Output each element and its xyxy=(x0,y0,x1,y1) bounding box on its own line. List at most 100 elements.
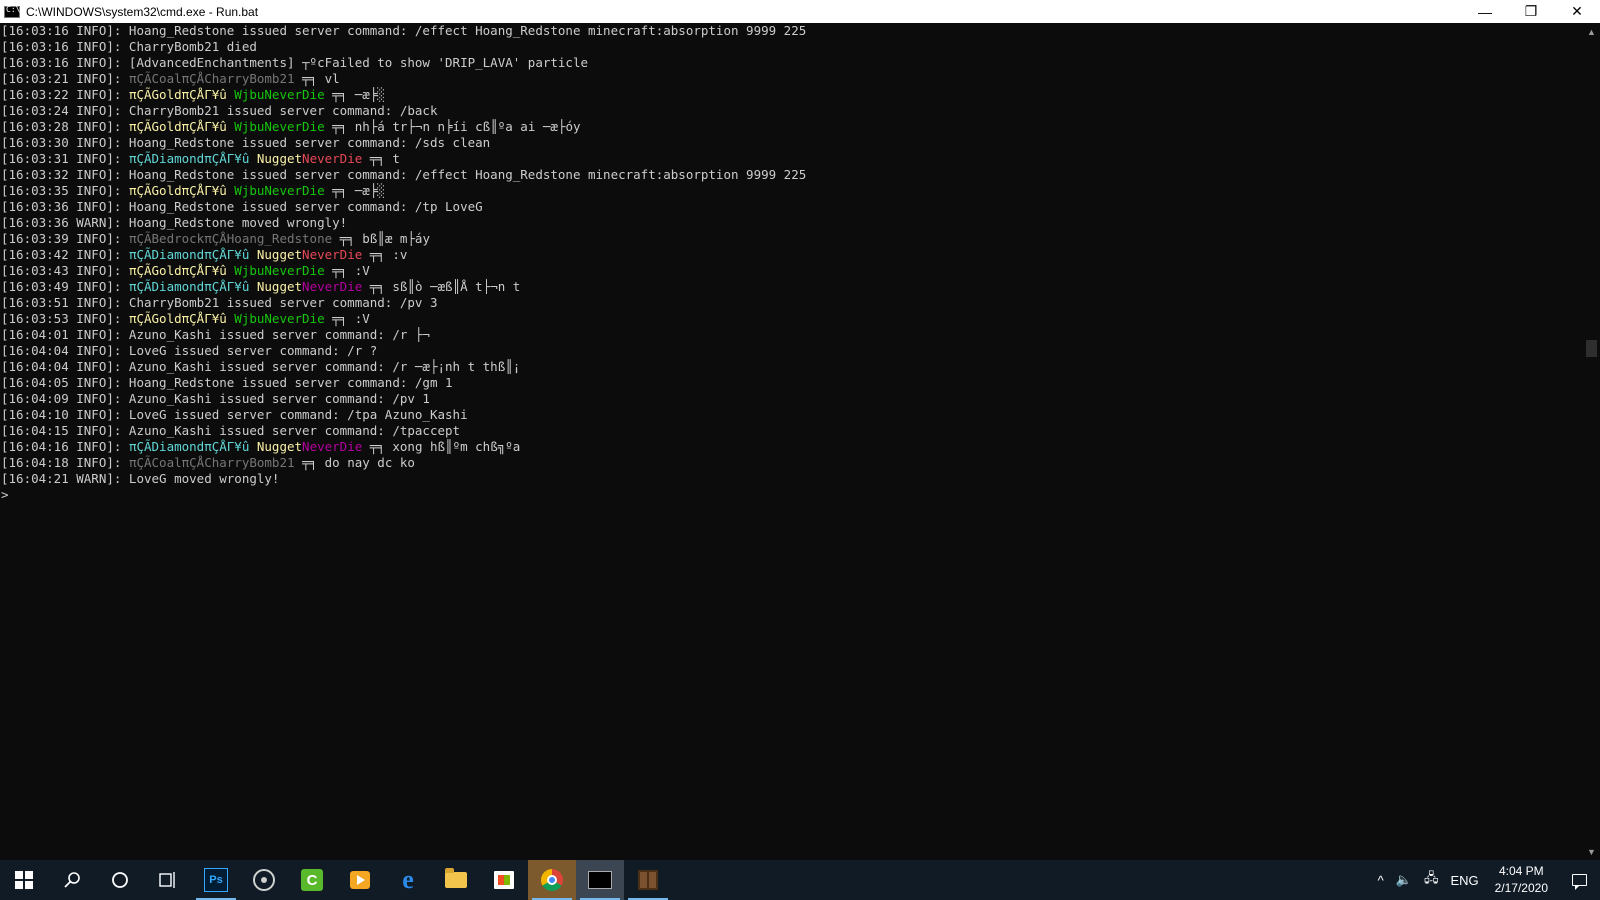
start-button[interactable] xyxy=(0,860,48,900)
file-explorer-button[interactable] xyxy=(432,860,480,900)
scroll-up-arrow-icon[interactable]: ▲ xyxy=(1583,23,1600,40)
language-indicator[interactable]: ENG xyxy=(1444,860,1484,900)
console-text-segment: NeverDie xyxy=(302,439,363,454)
console-text-segment: πÇÃGoldπÇÅΓ¥û xyxy=(128,263,227,278)
console-text-segment: Nugget xyxy=(249,151,303,166)
console-line: [16:03:16 INFO]: [AdvancedEnchantments] … xyxy=(1,55,1583,71)
obs-button[interactable] xyxy=(240,860,288,900)
console-line: [16:04:04 INFO]: Azuno_Kashi issued serv… xyxy=(1,359,1583,375)
console-line: [16:03:49 INFO]: πÇÃDiamondπÇÅΓ¥û Nugget… xyxy=(1,279,1583,295)
console-text-segment: [16:03:36 WARN]: Hoang_Redstone moved wr… xyxy=(1,215,348,230)
cmd-button[interactable] xyxy=(576,860,624,900)
console-line: [16:03:30 INFO]: Hoang_Redstone issued s… xyxy=(1,135,1583,151)
console-text-segment: NeverDie xyxy=(302,279,363,294)
title-bar[interactable]: C:\WINDOWS\system32\cmd.exe - Run.bat — … xyxy=(0,0,1600,23)
console-text-segment: WjbuNeverDie xyxy=(226,263,325,278)
clock[interactable]: 4:04 PM 2/17/2020 xyxy=(1485,863,1558,897)
console-text-segment: πÇÃCoalπÇÅCharryBomb21 xyxy=(128,455,295,470)
console-line: [16:04:10 INFO]: LoveG issued server com… xyxy=(1,407,1583,423)
console-line: [16:04:09 INFO]: Azuno_Kashi issued serv… xyxy=(1,391,1583,407)
console-text-segment: [16:04:16 INFO]: xyxy=(1,439,129,454)
edge-button[interactable]: e xyxy=(384,860,432,900)
scroll-thumb[interactable] xyxy=(1586,340,1597,357)
console-text-segment: WjbuNeverDie xyxy=(226,311,325,326)
console-text-segment: ╤╕ vl xyxy=(294,71,340,86)
console-line: [16:03:43 INFO]: πÇÃGoldπÇÅΓ¥û WjbuNever… xyxy=(1,263,1583,279)
console-line: [16:04:04 INFO]: LoveG issued server com… xyxy=(1,343,1583,359)
photoshop-icon: Ps xyxy=(204,868,228,892)
volume-icon[interactable]: 🔈 xyxy=(1390,860,1418,900)
console-text-segment: WjbuNeverDie xyxy=(226,87,325,102)
task-view-button[interactable] xyxy=(144,860,192,900)
cortana-button[interactable] xyxy=(96,860,144,900)
search-button[interactable] xyxy=(48,860,96,900)
console-text-segment: Nugget xyxy=(249,247,303,262)
console-text-segment: WjbuNeverDie xyxy=(226,119,325,134)
clock-time: 4:04 PM xyxy=(1498,864,1544,878)
window-title: C:\WINDOWS\system32\cmd.exe - Run.bat xyxy=(26,4,259,19)
network-icon[interactable]: 🖧 xyxy=(1418,860,1445,900)
console-line: [16:04:01 INFO]: Azuno_Kashi issued serv… xyxy=(1,327,1583,343)
store-button[interactable] xyxy=(480,860,528,900)
console-line: [16:03:21 INFO]: πÇÃCoalπÇÅCharryBomb21 … xyxy=(1,71,1583,87)
console-text-segment: Nugget xyxy=(249,439,303,454)
console-line: > xyxy=(1,487,1583,503)
camtasia-button[interactable]: C xyxy=(288,860,336,900)
console-text-segment: [16:04:04 INFO]: Azuno_Kashi issued serv… xyxy=(1,359,521,374)
system-tray: ^ 🔈 🖧 ENG 4:04 PM 2/17/2020 xyxy=(1372,860,1600,900)
console-line: [16:03:28 INFO]: πÇÃGoldπÇÅΓ¥û WjbuNever… xyxy=(1,119,1583,135)
camtasia-icon: C xyxy=(301,869,323,891)
photoshop-button[interactable]: Ps xyxy=(192,860,240,900)
console-text-segment: ╤╕ :V xyxy=(324,263,370,278)
console-text-segment: ╤╕ sß║ò ─æß║Å t├¬n t xyxy=(362,279,521,294)
chrome-button[interactable] xyxy=(528,860,576,900)
console-text-segment: [16:04:05 INFO]: Hoang_Redstone issued s… xyxy=(1,375,453,390)
console-text-segment: > xyxy=(1,487,9,502)
console-line: [16:03:35 INFO]: πÇÃGoldπÇÅΓ¥û WjbuNever… xyxy=(1,183,1583,199)
console-text-segment: ╤╕ do nay dc ko xyxy=(294,455,415,470)
console-text-segment: [16:03:32 INFO]: Hoang_Redstone issued s… xyxy=(1,167,807,182)
console-text-segment: [16:04:18 INFO]: xyxy=(1,455,129,470)
console-text-segment: [16:04:01 INFO]: Azuno_Kashi issued serv… xyxy=(1,327,430,342)
console-text-segment: ╤╕ bß║æ m├áy xyxy=(332,231,430,246)
console-text-segment: ╤╕ ─æ╞░ xyxy=(324,87,385,102)
show-hidden-icons-chevron-icon[interactable]: ^ xyxy=(1372,860,1390,900)
console-text-segment: [16:04:10 INFO]: LoveG issued server com… xyxy=(1,407,468,422)
restore-button[interactable]: ❐ xyxy=(1508,0,1554,23)
console-text-segment: [16:04:04 INFO]: LoveG issued server com… xyxy=(1,343,378,358)
minecraft-icon xyxy=(638,870,658,890)
video-button[interactable] xyxy=(336,860,384,900)
chrome-icon xyxy=(541,869,563,891)
clock-date: 2/17/2020 xyxy=(1494,881,1548,895)
store-icon xyxy=(494,871,514,889)
minimize-button[interactable]: — xyxy=(1462,0,1508,23)
console-text-segment: πÇÃDiamondπÇÅΓ¥û xyxy=(128,151,250,166)
console-line: [16:04:05 INFO]: Hoang_Redstone issued s… xyxy=(1,375,1583,391)
console-output[interactable]: [16:03:16 INFO]: Hoang_Redstone issued s… xyxy=(0,23,1583,860)
console-line: [16:03:53 INFO]: πÇÃGoldπÇÅΓ¥û WjbuNever… xyxy=(1,311,1583,327)
cmd-icon xyxy=(4,5,20,18)
console-text-segment: πÇÃGoldπÇÅΓ¥û xyxy=(128,87,227,102)
vertical-scrollbar[interactable]: ▲ ▼ xyxy=(1583,23,1600,860)
search-icon xyxy=(64,872,80,888)
close-button[interactable]: ✕ xyxy=(1554,0,1600,23)
console-text-segment: [16:03:31 INFO]: xyxy=(1,151,129,166)
console-text-segment: πÇÃGoldπÇÅΓ¥û xyxy=(128,183,227,198)
notification-icon xyxy=(1571,874,1587,890)
console-line: [16:03:36 WARN]: Hoang_Redstone moved wr… xyxy=(1,215,1583,231)
console-text-segment: NeverDie xyxy=(302,151,363,166)
console-line: [16:04:16 INFO]: πÇÃDiamondπÇÅΓ¥û Nugget… xyxy=(1,439,1583,455)
console-lines: [16:03:16 INFO]: Hoang_Redstone issued s… xyxy=(0,23,1583,503)
console-text-segment: WjbuNeverDie xyxy=(226,183,325,198)
scroll-down-arrow-icon[interactable]: ▼ xyxy=(1583,843,1600,860)
console-text-segment: [16:03:49 INFO]: xyxy=(1,279,129,294)
console-text-segment: NeverDie xyxy=(302,247,363,262)
minecraft-button[interactable] xyxy=(624,860,672,900)
console-line: [16:03:32 INFO]: Hoang_Redstone issued s… xyxy=(1,167,1583,183)
console-line: [16:03:51 INFO]: CharryBomb21 issued ser… xyxy=(1,295,1583,311)
action-center-button[interactable] xyxy=(1558,860,1600,900)
console-line: [16:04:18 INFO]: πÇÃCoalπÇÅCharryBomb21 … xyxy=(1,455,1583,471)
console-text-segment: πÇÃDiamondπÇÅΓ¥û xyxy=(128,439,250,454)
console-text-segment: [16:04:09 INFO]: Azuno_Kashi issued serv… xyxy=(1,391,430,406)
console-text-segment: [16:03:16 INFO]: Hoang_Redstone issued s… xyxy=(1,23,807,38)
